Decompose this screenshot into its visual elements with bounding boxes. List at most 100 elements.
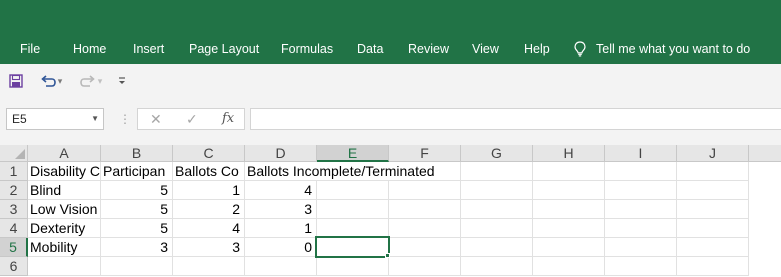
redo-button[interactable]: ▾ — [76, 70, 106, 92]
column-header-e[interactable]: E — [317, 145, 389, 162]
row-header-3[interactable]: 3 — [0, 200, 28, 219]
tab-page-layout[interactable]: Page Layout — [189, 36, 259, 62]
cell-c6[interactable] — [173, 257, 245, 276]
cell-b4[interactable]: 5 — [101, 219, 173, 238]
cell-e2[interactable] — [317, 181, 389, 200]
cell-g3[interactable] — [461, 200, 533, 219]
cell-b2[interactable]: 5 — [101, 181, 173, 200]
cell-a3[interactable]: Low Vision — [28, 200, 101, 219]
cell-i6[interactable] — [605, 257, 677, 276]
cell-h3[interactable] — [533, 200, 605, 219]
tab-help[interactable]: Help — [524, 36, 550, 62]
select-all-corner[interactable] — [0, 145, 28, 162]
column-header-b[interactable]: B — [101, 145, 173, 162]
redo-dropdown-icon[interactable]: ▾ — [98, 76, 103, 87]
cell-g1[interactable] — [461, 162, 533, 181]
cell-f5[interactable] — [389, 238, 461, 257]
enter-check-icon[interactable]: ✓ — [186, 109, 198, 129]
cell-i2[interactable] — [605, 181, 677, 200]
tab-insert[interactable]: Insert — [133, 36, 164, 62]
cell-a4[interactable]: Dexterity — [28, 219, 101, 238]
tab-file[interactable]: File — [20, 36, 40, 62]
tab-formulas[interactable]: Formulas — [281, 36, 333, 62]
row-header-5[interactable]: 5 — [0, 238, 28, 257]
cell-c2[interactable]: 1 — [173, 181, 245, 200]
column-header-d[interactable]: D — [245, 145, 317, 162]
cell-e4[interactable] — [317, 219, 389, 238]
cell-g4[interactable] — [461, 219, 533, 238]
cell-g5[interactable] — [461, 238, 533, 257]
undo-button[interactable]: ▾ — [36, 70, 66, 92]
row-header-1[interactable]: 1 — [0, 162, 28, 181]
cell-d2[interactable]: 4 — [245, 181, 317, 200]
cell-f4[interactable] — [389, 219, 461, 238]
cell-j2[interactable] — [677, 181, 749, 200]
insert-function-icon[interactable]: fx — [222, 109, 234, 129]
cell-a1[interactable]: Disability C — [28, 162, 101, 181]
tab-home[interactable]: Home — [73, 36, 106, 62]
column-header-f[interactable]: F — [389, 145, 461, 162]
cell-c5[interactable]: 3 — [173, 238, 245, 257]
formula-bar-splitter[interactable]: ⋮ — [119, 109, 131, 129]
column-header-j[interactable]: J — [677, 145, 749, 162]
cell-j6[interactable] — [677, 257, 749, 276]
cancel-icon[interactable]: ✕ — [150, 109, 162, 129]
row-header-4[interactable]: 4 — [0, 219, 28, 238]
cell-f3[interactable] — [389, 200, 461, 219]
formula-input[interactable] — [250, 108, 781, 130]
cell-j5[interactable] — [677, 238, 749, 257]
column-header-a[interactable]: A — [28, 145, 101, 162]
cell-g6[interactable] — [461, 257, 533, 276]
cell-a6[interactable] — [28, 257, 101, 276]
cell-c1[interactable]: Ballots Co — [173, 162, 245, 181]
cell-b3[interactable]: 5 — [101, 200, 173, 219]
cell-d4[interactable]: 1 — [245, 219, 317, 238]
cell-e3[interactable] — [317, 200, 389, 219]
cell-a2[interactable]: Blind — [28, 181, 101, 200]
cell-e5-selected[interactable] — [315, 236, 390, 258]
cell-b5[interactable]: 3 — [101, 238, 173, 257]
cell-i5[interactable] — [605, 238, 677, 257]
tab-view[interactable]: View — [472, 36, 499, 62]
cell-d6[interactable] — [245, 257, 317, 276]
cell-a5[interactable]: Mobility — [28, 238, 101, 257]
customize-toolbar-button[interactable] — [114, 70, 130, 92]
fill-handle[interactable] — [385, 253, 390, 258]
cell-d3[interactable]: 3 — [245, 200, 317, 219]
cell-h5[interactable] — [533, 238, 605, 257]
cell-c3[interactable]: 2 — [173, 200, 245, 219]
cell-b6[interactable] — [101, 257, 173, 276]
cell-c4[interactable]: 4 — [173, 219, 245, 238]
cell-b1[interactable]: Participan — [101, 162, 173, 181]
save-button[interactable] — [6, 70, 26, 92]
cell-j4[interactable] — [677, 219, 749, 238]
cell-d5[interactable]: 0 — [245, 238, 317, 257]
cell-j3[interactable] — [677, 200, 749, 219]
cell-f6[interactable] — [389, 257, 461, 276]
column-header-g[interactable]: G — [461, 145, 533, 162]
column-header-h[interactable]: H — [533, 145, 605, 162]
tab-data[interactable]: Data — [357, 36, 383, 62]
cell-h6[interactable] — [533, 257, 605, 276]
cell-i1[interactable] — [605, 162, 677, 181]
cell-d1[interactable]: Ballots Incomplete/Terminated — [245, 162, 461, 181]
cell-h1[interactable] — [533, 162, 605, 181]
name-box[interactable]: E5 ▼ — [6, 108, 104, 130]
cell-i3[interactable] — [605, 200, 677, 219]
row-header-6[interactable]: 6 — [0, 257, 28, 276]
column-header-c[interactable]: C — [173, 145, 245, 162]
cell-f2[interactable] — [389, 181, 461, 200]
cell-j1[interactable] — [677, 162, 749, 181]
undo-dropdown-icon[interactable]: ▾ — [58, 76, 63, 87]
cell-h4[interactable] — [533, 219, 605, 238]
name-box-dropdown-icon[interactable]: ▼ — [91, 109, 99, 129]
column-header-k[interactable] — [749, 145, 781, 162]
column-header-i[interactable]: I — [605, 145, 677, 162]
cell-g2[interactable] — [461, 181, 533, 200]
tell-me-search[interactable]: Tell me what you want to do — [574, 36, 750, 62]
tab-review[interactable]: Review — [408, 36, 449, 62]
row-header-2[interactable]: 2 — [0, 181, 28, 200]
cell-h2[interactable] — [533, 181, 605, 200]
cell-i4[interactable] — [605, 219, 677, 238]
cell-e6[interactable] — [317, 257, 389, 276]
